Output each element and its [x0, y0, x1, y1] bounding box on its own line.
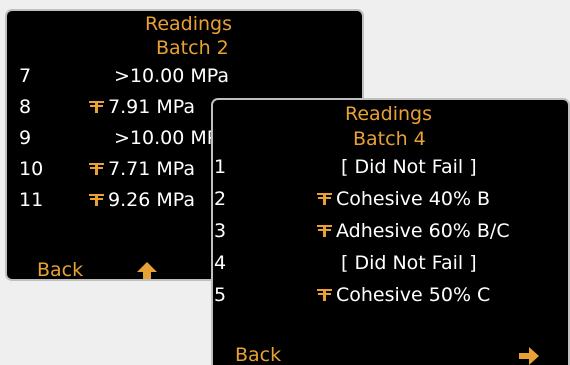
reading-value: [ Did Not Fail ]: [341, 252, 477, 274]
readings-screen-batch-4: Readings Batch 4 1 [ Did Not Fail ] 2 Co…: [211, 98, 570, 365]
row-value: 7.91 MPa: [89, 96, 195, 118]
row-index: 11: [19, 189, 44, 211]
fail-marker-icon: [317, 193, 332, 205]
row-index: 1: [214, 156, 227, 178]
back-softkey[interactable]: Back: [37, 259, 83, 279]
reading-value: Adhesive 60% B/C: [336, 220, 510, 242]
row-value: [ Did Not Fail ]: [341, 156, 477, 178]
row-index: 10: [19, 158, 44, 180]
row-value: [ Did Not Fail ]: [341, 252, 477, 274]
row-index: 2: [214, 188, 227, 210]
row-value: Cohesive 40% B: [317, 188, 490, 210]
up-arrow-icon[interactable]: [137, 262, 157, 279]
row-value: >10.00 MPa: [114, 65, 229, 87]
screen-title: Readings: [345, 103, 433, 125]
row-index: 7: [19, 65, 32, 87]
fail-marker-icon: [317, 225, 332, 237]
row-index: 3: [214, 220, 227, 242]
reading-value: >10.00 MPa: [114, 65, 229, 87]
reading-value: Cohesive 50% C: [336, 284, 491, 306]
fail-marker-icon: [89, 194, 104, 206]
reading-value: 7.91 MPa: [108, 96, 195, 118]
fail-marker-icon: [89, 163, 104, 175]
back-softkey[interactable]: Back: [235, 344, 281, 365]
row-value: Adhesive 60% B/C: [317, 220, 510, 242]
row-index: 4: [214, 252, 227, 274]
right-arrow-icon[interactable]: [519, 347, 539, 365]
screen-subtitle: Batch 2: [156, 37, 229, 59]
fail-marker-icon: [89, 101, 104, 113]
screen-subtitle: Batch 4: [353, 128, 426, 150]
row-value: 7.71 MPa: [89, 158, 195, 180]
reading-value: 9.26 MPa: [108, 189, 195, 211]
row-index: 9: [19, 127, 32, 149]
row-value: 9.26 MPa: [89, 189, 195, 211]
reading-value: Cohesive 40% B: [336, 188, 491, 210]
screen-title: Readings: [145, 13, 233, 35]
row-value: Cohesive 50% C: [317, 284, 490, 306]
reading-value: 7.71 MPa: [108, 158, 195, 180]
row-index: 8: [19, 96, 32, 118]
reading-value: [ Did Not Fail ]: [341, 156, 477, 178]
row-index: 5: [214, 284, 227, 306]
fail-marker-icon: [317, 289, 332, 301]
